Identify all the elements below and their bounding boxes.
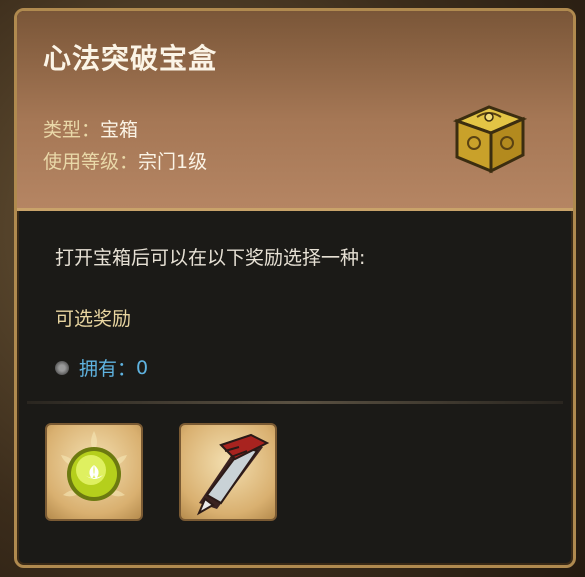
owned-label: 拥有： (79, 358, 137, 380)
glowing-orb-icon (61, 431, 127, 501)
item-tooltip-panel: 心法突破宝盒 类型：宝箱 使用等级：宗门1级 打开宝箱后可以在以下奖励选择一种:… (14, 8, 576, 568)
game-background: 心法突破宝盒 类型：宝箱 使用等级：宗门1级 打开宝箱后可以在以下奖励选择一种:… (0, 0, 585, 577)
item-level-value: 宗门1级 (138, 151, 208, 173)
item-title: 心法突破宝盒 (43, 42, 218, 75)
owned-count-row: 拥有： 0 (55, 354, 148, 381)
optional-rewards-title: 可选奖励 (55, 308, 132, 330)
item-level-row: 使用等级：宗门1级 (43, 147, 207, 174)
coin-icon (55, 360, 69, 375)
item-level-label: 使用等级： (43, 151, 139, 173)
item-type-label: 类型： (43, 119, 101, 141)
section-divider (27, 401, 563, 404)
blade-talisman-icon (196, 433, 270, 516)
reward-item-1[interactable] (45, 423, 143, 521)
reward-description: 打开宝箱后可以在以下奖励选择一种: (55, 247, 366, 269)
item-type-value: 宝箱 (100, 119, 139, 141)
owned-value: 0 (136, 356, 149, 379)
gold-chest-icon (447, 99, 531, 177)
reward-item-2[interactable] (179, 423, 277, 521)
item-header: 心法突破宝盒 类型：宝箱 使用等级：宗门1级 (17, 11, 573, 211)
item-type-row: 类型：宝箱 (43, 115, 138, 142)
